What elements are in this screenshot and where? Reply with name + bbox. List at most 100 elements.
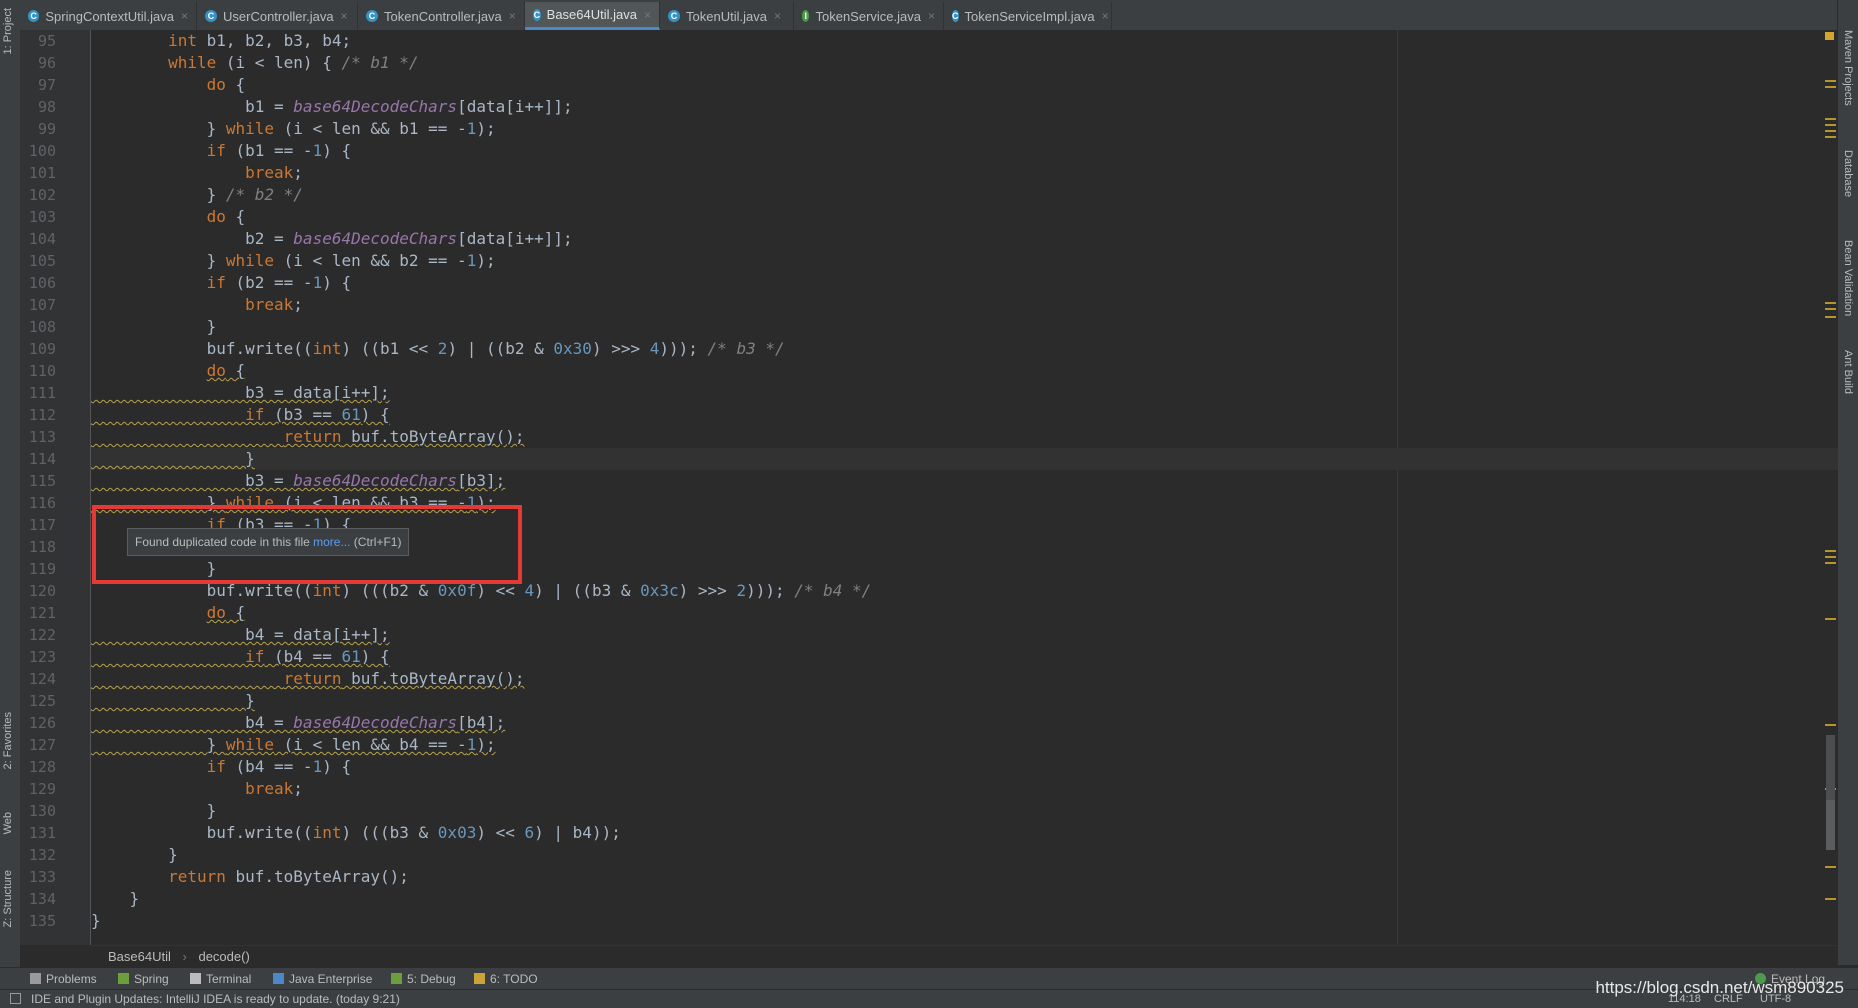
code-line[interactable]: do { [91, 602, 246, 624]
code-line[interactable]: b1 = base64DecodeChars[data[i++]]; [91, 96, 573, 118]
code-line[interactable]: buf.write((int) (((b3 & 0x03) << 6) | b4… [91, 822, 621, 844]
toggle-tool-windows-icon[interactable] [10, 993, 21, 1004]
code-line[interactable]: } [91, 844, 178, 866]
code-line[interactable]: do { [91, 360, 246, 382]
tool-window-debug[interactable]: 5: Debug [391, 968, 456, 990]
scroll-thumb[interactable] [1826, 735, 1835, 803]
structure-tool-button[interactable]: Z: Structure [2, 870, 14, 927]
line-number: 101 [28, 164, 56, 182]
code-line[interactable]: return buf.toByteArray(); [91, 426, 525, 448]
code-line[interactable]: } [91, 910, 101, 932]
favorites-tool-button[interactable]: 2: Favorites [2, 712, 14, 769]
line-number: 124 [28, 670, 56, 688]
class-icon: C [952, 10, 959, 22]
tab-tokencontroller[interactable]: C TokenController.java × [358, 2, 525, 30]
tab-tokenserviceimpl[interactable]: C TokenServiceImpl.java × [944, 2, 1112, 30]
current-line-highlight [91, 448, 1838, 470]
debug-bug-icon [391, 973, 402, 984]
line-number: 119 [28, 560, 56, 578]
web-tool-button[interactable]: Web [2, 812, 14, 834]
code-line[interactable]: } [91, 690, 255, 712]
project-tool-button[interactable]: 1: Project [2, 8, 14, 54]
tab-tokenutil[interactable]: C TokenUtil.java × [660, 2, 794, 30]
tool-window-terminal[interactable]: Terminal [190, 968, 251, 990]
code-line[interactable]: int b1, b2, b3, b4; [91, 30, 351, 52]
ant-build-tool-button[interactable]: Ant Build [1842, 350, 1854, 394]
line-number: 100 [28, 142, 56, 160]
code-line[interactable]: do { [91, 74, 246, 96]
code-line[interactable]: } [91, 316, 217, 338]
code-line[interactable]: b4 = base64DecodeChars[b4]; [91, 712, 505, 734]
line-number: 122 [28, 626, 56, 644]
code-line[interactable]: break; [91, 162, 303, 184]
line-number: 121 [28, 604, 56, 622]
status-message[interactable]: IDE and Plugin Updates: IntelliJ IDEA is… [31, 990, 400, 1008]
code-line[interactable]: if (b1 == -1) { [91, 140, 352, 162]
breadcrumb-method[interactable]: decode() [198, 949, 249, 964]
code-line[interactable]: while (i < len) { /* b1 */ [91, 52, 418, 74]
code-line[interactable]: } /* b2 */ [91, 184, 303, 206]
line-number: 109 [28, 340, 56, 358]
tool-window-problems[interactable]: Problems [30, 968, 97, 990]
breadcrumb-class[interactable]: Base64Util [108, 949, 171, 964]
line-number: 107 [28, 296, 56, 314]
code-line[interactable]: b2 = base64DecodeChars[data[i++]]; [91, 228, 573, 250]
close-tab-icon[interactable]: × [509, 9, 516, 23]
code-line[interactable]: do { [91, 206, 246, 228]
tab-base64util[interactable]: C Base64Util.java × [525, 2, 660, 30]
code-line[interactable]: if (b3 == 61) { [91, 404, 390, 426]
status-bar: IDE and Plugin Updates: IntelliJ IDEA is… [0, 989, 1858, 1008]
code-editor[interactable]: int b1, b2, b3, b4; while (i < len) { /*… [91, 30, 1838, 945]
line-number: 123 [28, 648, 56, 666]
close-tab-icon[interactable]: × [774, 9, 781, 23]
code-line[interactable]: } while (i < len && b4 == -1); [91, 734, 496, 756]
tool-window-spring[interactable]: Spring [118, 968, 169, 990]
close-tab-icon[interactable]: × [341, 9, 348, 23]
code-line[interactable]: break; [91, 778, 303, 800]
line-number: 110 [28, 362, 56, 380]
code-line[interactable]: if (b4 == -1) { [91, 756, 352, 778]
tab-usercontroller[interactable]: C UserController.java × [197, 2, 358, 30]
code-line[interactable]: } [91, 800, 217, 822]
tool-window-todo[interactable]: 6: TODO [474, 968, 538, 990]
code-line[interactable]: if (b4 == 61) { [91, 646, 390, 668]
line-number: 117 [28, 516, 56, 534]
tab-label: TokenUtil.java [686, 8, 767, 24]
line-number: 115 [28, 472, 56, 490]
code-line[interactable]: if (b2 == -1) { [91, 272, 352, 294]
line-number: 104 [28, 230, 56, 248]
tool-window-label: Terminal [206, 972, 252, 986]
warning-icon [30, 973, 41, 984]
code-line[interactable]: b4 = data[i++]; [91, 624, 390, 646]
close-tab-icon[interactable]: × [181, 9, 188, 23]
line-number-gutter[interactable]: 95 96 97 98 99 100 101 102 103 104 105 106 107 108 109… [20, 30, 91, 945]
tab-springcontextutil[interactable]: C SpringContextUtil.java × [20, 2, 197, 30]
line-number: 131 [28, 824, 56, 842]
code-line[interactable]: b3 = data[i++]; [91, 382, 390, 404]
line-number: 95 [37, 32, 56, 50]
highlight-annotation-box [92, 505, 522, 584]
code-line[interactable]: return buf.toByteArray(); [91, 866, 409, 888]
code-line[interactable]: } while (i < len && b1 == -1); [91, 118, 496, 140]
interface-icon: I [802, 10, 810, 22]
inspection-status-icon[interactable] [1825, 32, 1834, 40]
line-number: 127 [28, 736, 56, 754]
maven-projects-tool-button[interactable]: Maven Projects [1842, 30, 1854, 106]
code-line[interactable]: } while (i < len && b2 == -1); [91, 250, 496, 272]
code-line[interactable]: b3 = base64DecodeChars[b3]; [91, 470, 505, 492]
code-line[interactable]: break; [91, 294, 303, 316]
java-enterprise-icon [273, 973, 284, 984]
code-line[interactable]: buf.write((int) ((b1 << 2) | ((b2 & 0x30… [91, 338, 785, 360]
close-tab-icon[interactable]: × [1102, 9, 1109, 23]
close-tab-icon[interactable]: × [928, 9, 935, 23]
close-tab-icon[interactable]: × [644, 8, 651, 22]
bean-validation-tool-button[interactable]: Bean Validation [1842, 240, 1854, 316]
code-line[interactable]: return buf.toByteArray(); [91, 668, 525, 690]
database-tool-button[interactable]: Database [1842, 150, 1854, 197]
tab-tokenservice[interactable]: I TokenService.java × [794, 2, 944, 30]
tool-window-javaenterprise[interactable]: Java Enterprise [273, 968, 372, 990]
breadcrumb: Base64Util › decode() [91, 945, 1838, 968]
code-line[interactable]: } [91, 888, 140, 910]
error-stripe[interactable] [1823, 30, 1838, 945]
code-line[interactable]: } [91, 448, 255, 470]
